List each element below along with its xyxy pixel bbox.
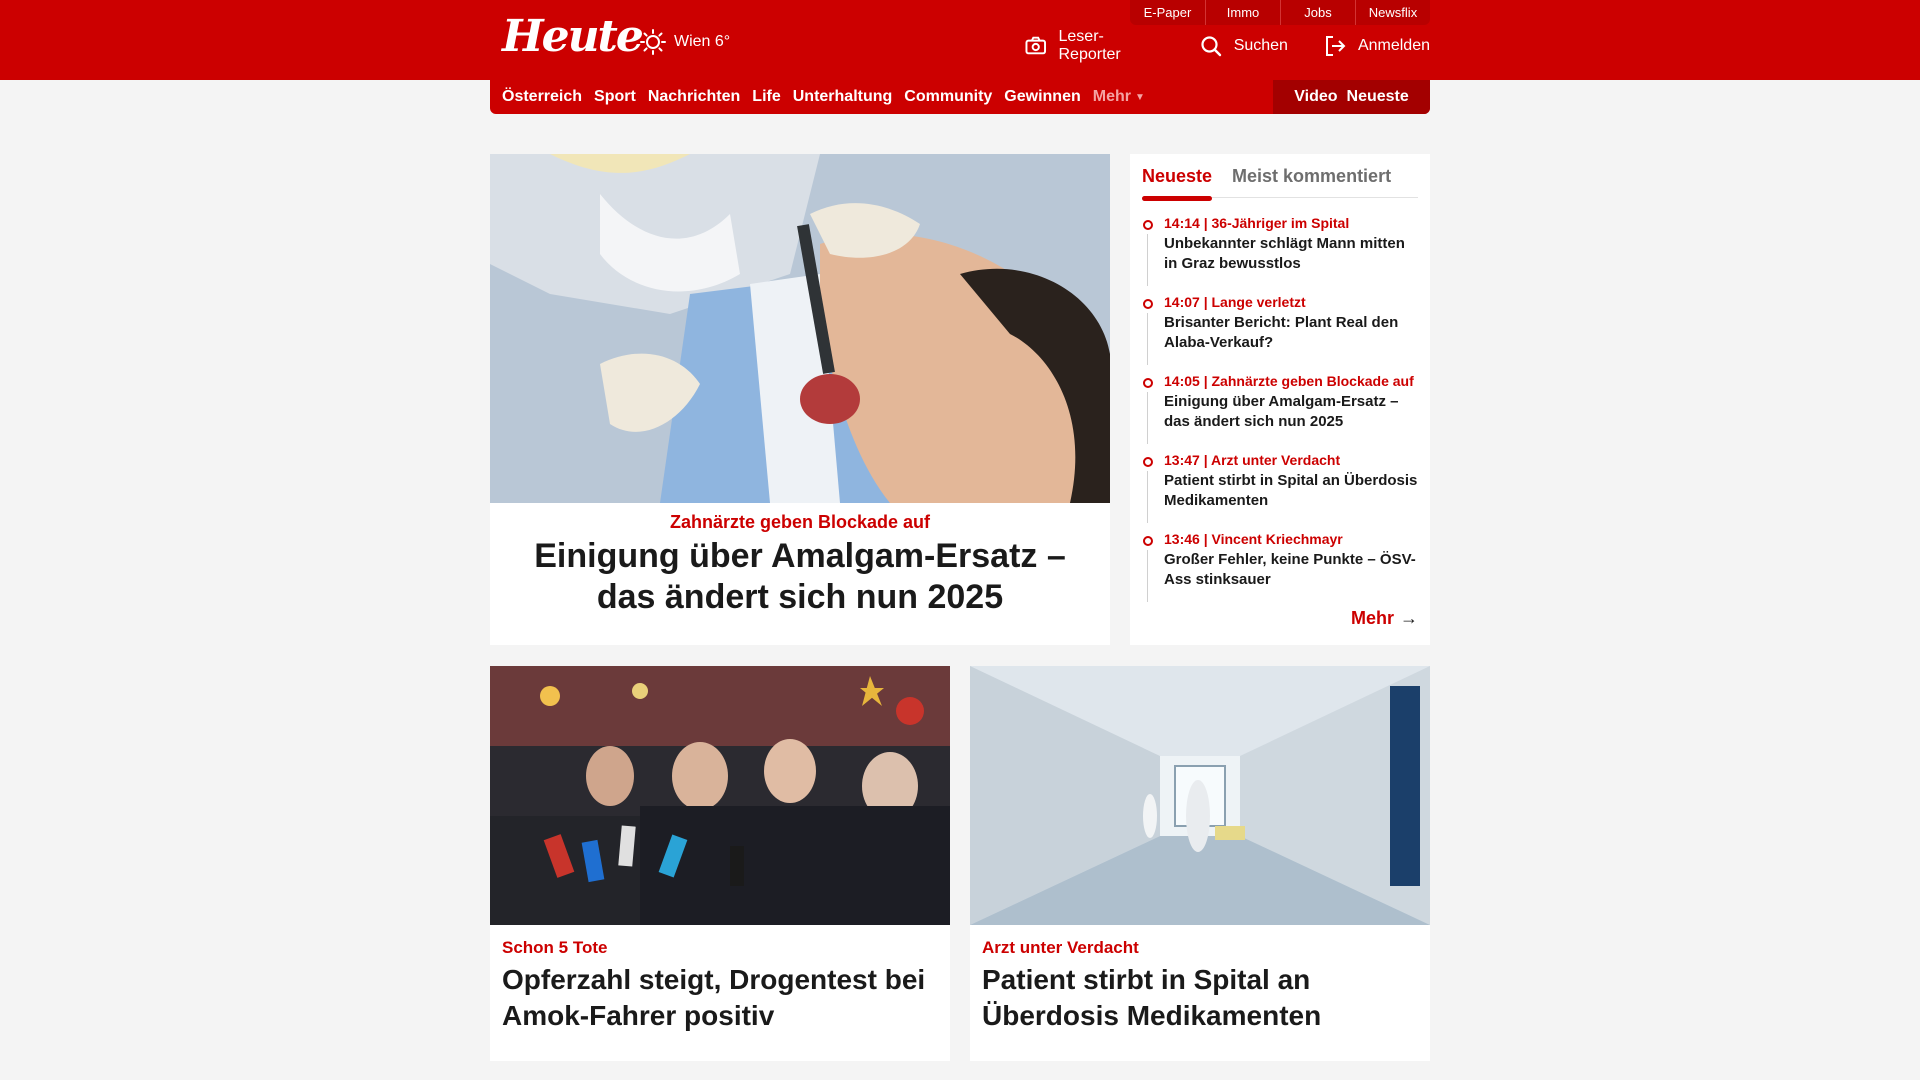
nav-item-sport[interactable]: Sport bbox=[594, 88, 636, 106]
timeline-line bbox=[1147, 471, 1148, 523]
leser-reporter-label: Leser-Reporter bbox=[1058, 28, 1121, 63]
ticker-item[interactable]: 14:14 | 36-Jähriger im Spital Unbekannte… bbox=[1142, 214, 1422, 293]
timeline-dot bbox=[1143, 457, 1153, 467]
nav-right: Video Neueste bbox=[1273, 80, 1430, 114]
article-image[interactable] bbox=[970, 666, 1430, 925]
nav-items: Österreich Sport Nachrichten Life Unterh… bbox=[502, 80, 1157, 114]
ticker-title[interactable]: Patient stirbt in Spital an Überdosis Me… bbox=[1164, 471, 1422, 511]
search-icon bbox=[1201, 36, 1221, 57]
site-header: Heute Wien 6° E-Paper Immo Jobs Newsflix bbox=[0, 0, 1920, 80]
top-links: E-Paper Immo Jobs Newsflix bbox=[1130, 0, 1430, 25]
top-link-epaper[interactable]: E-Paper bbox=[1130, 0, 1205, 25]
ticker-item[interactable]: 13:46 | Vincent Kriechmayr Großer Fehler… bbox=[1142, 530, 1422, 609]
ticker-item[interactable]: 14:07 | Lange verletzt Brisanter Bericht… bbox=[1142, 293, 1422, 372]
ticker-title[interactable]: Unbekannter schlägt Mann mitten in Graz … bbox=[1164, 234, 1422, 274]
nav-item-nachrichten[interactable]: Nachrichten bbox=[648, 88, 740, 106]
timeline-dot bbox=[1143, 378, 1153, 388]
header-inner: Heute Wien 6° E-Paper Immo Jobs Newsflix bbox=[490, 0, 1430, 80]
nav-item-gewinnen[interactable]: Gewinnen bbox=[1004, 88, 1080, 106]
nav-video[interactable]: Video bbox=[1294, 88, 1337, 106]
chevron-down-icon: ▼ bbox=[1134, 91, 1145, 103]
leser-reporter-button[interactable]: Leser-Reporter bbox=[1025, 28, 1164, 63]
timeline-dot bbox=[1143, 220, 1153, 230]
more-label: Mehr bbox=[1350, 608, 1394, 628]
camera-icon bbox=[1025, 36, 1047, 55]
timeline-line bbox=[1147, 550, 1148, 602]
hero-image[interactable] bbox=[490, 154, 1110, 503]
tab-neueste[interactable]: Neueste bbox=[1142, 154, 1213, 201]
card-title[interactable]: Patient stirbt in Spital an Überdosis Me… bbox=[982, 962, 1418, 1034]
article-card[interactable]: Arzt unter Verdacht Patient stirbt in Sp… bbox=[970, 666, 1430, 1061]
ticker-title[interactable]: Großer Fehler, keine Punkte – ÖSV-Ass st… bbox=[1164, 550, 1422, 590]
nav-more-label: Mehr bbox=[1092, 88, 1131, 105]
main-nav: Österreich Sport Nachrichten Life Unterh… bbox=[490, 80, 1430, 114]
header-actions: Leser-Reporter Suchen Anmelden bbox=[1025, 28, 1430, 63]
ticker-title[interactable]: Einigung über Amalgam-Ersatz – das änder… bbox=[1164, 392, 1422, 432]
card-title[interactable]: Opferzahl steigt, Drogentest bei Amok-Fa… bbox=[502, 962, 938, 1034]
news-ticker-sidebar: Neueste Meist kommentiert 14:14 | 36-Jäh… bbox=[1130, 154, 1430, 645]
hero-kicker[interactable]: Zahnärzte geben Blockade auf bbox=[490, 512, 1110, 533]
top-link-jobs[interactable]: Jobs bbox=[1280, 0, 1355, 25]
hero-title[interactable]: Einigung über Amalgam-Ersatz – das änder… bbox=[510, 536, 1090, 618]
ticker-title[interactable]: Brisanter Bericht: Plant Real den Alaba-… bbox=[1164, 313, 1422, 353]
timeline-dot bbox=[1143, 536, 1153, 546]
ticker-meta: 14:07 | Lange verletzt bbox=[1164, 294, 1306, 310]
ticker-meta: 14:14 | 36-Jähriger im Spital bbox=[1164, 215, 1350, 231]
nav-item-community[interactable]: Community bbox=[904, 88, 992, 106]
sun-icon bbox=[640, 29, 666, 55]
nav-item-life[interactable]: Life bbox=[752, 88, 780, 106]
ticker-meta: 14:05 | Zahnärzte geben Blockade auf bbox=[1164, 373, 1414, 389]
top-link-newsflix[interactable]: Newsflix bbox=[1355, 0, 1430, 25]
login-icon bbox=[1325, 36, 1346, 56]
search-button[interactable]: Suchen bbox=[1200, 33, 1288, 59]
nav-neueste[interactable]: Neueste bbox=[1347, 88, 1409, 106]
ticker-item[interactable]: 13:47 | Arzt unter Verdacht Patient stir… bbox=[1142, 451, 1422, 530]
login-label: Anmelden bbox=[1357, 37, 1430, 54]
timeline-line bbox=[1147, 234, 1148, 286]
ticker-meta: 13:46 | Vincent Kriechmayr bbox=[1164, 531, 1343, 547]
card-kicker[interactable]: Arzt unter Verdacht bbox=[982, 938, 1139, 958]
hero-article[interactable]: Zahnärzte geben Blockade auf Einigung üb… bbox=[490, 154, 1110, 645]
sidebar-more-link[interactable]: Mehr → bbox=[1351, 608, 1418, 629]
nav-item-oesterreich[interactable]: Österreich bbox=[502, 88, 582, 106]
ticker-meta: 13:47 | Arzt unter Verdacht bbox=[1164, 452, 1341, 468]
timeline-line bbox=[1147, 313, 1148, 365]
timeline-dot bbox=[1143, 299, 1153, 309]
weather-widget[interactable]: Wien 6° bbox=[640, 26, 730, 58]
site-logo[interactable]: Heute bbox=[502, 12, 644, 62]
weather-text: Wien 6° bbox=[674, 33, 731, 50]
timeline-line bbox=[1147, 392, 1148, 444]
ticker-item[interactable]: 14:05 | Zahnärzte geben Blockade auf Ein… bbox=[1142, 372, 1422, 451]
card-kicker[interactable]: Schon 5 Tote bbox=[502, 938, 607, 958]
nav-item-unterhaltung[interactable]: Unterhaltung bbox=[793, 88, 893, 106]
search-label: Suchen bbox=[1233, 37, 1288, 54]
top-link-immo[interactable]: Immo bbox=[1205, 0, 1280, 25]
tab-meist-kommentiert[interactable]: Meist kommentiert bbox=[1232, 154, 1391, 198]
login-button[interactable]: Anmelden bbox=[1324, 33, 1430, 59]
nav-more-dropdown[interactable]: Mehr ▼ bbox=[1093, 88, 1145, 106]
arrow-right-icon: → bbox=[1400, 608, 1418, 628]
ticker-list: 14:14 | 36-Jähriger im Spital Unbekannte… bbox=[1142, 214, 1422, 609]
article-image[interactable] bbox=[490, 666, 950, 925]
article-card[interactable]: Schon 5 Tote Opferzahl steigt, Drogentes… bbox=[490, 666, 950, 1061]
sidebar-tabs: Neueste Meist kommentiert bbox=[1142, 154, 1418, 201]
